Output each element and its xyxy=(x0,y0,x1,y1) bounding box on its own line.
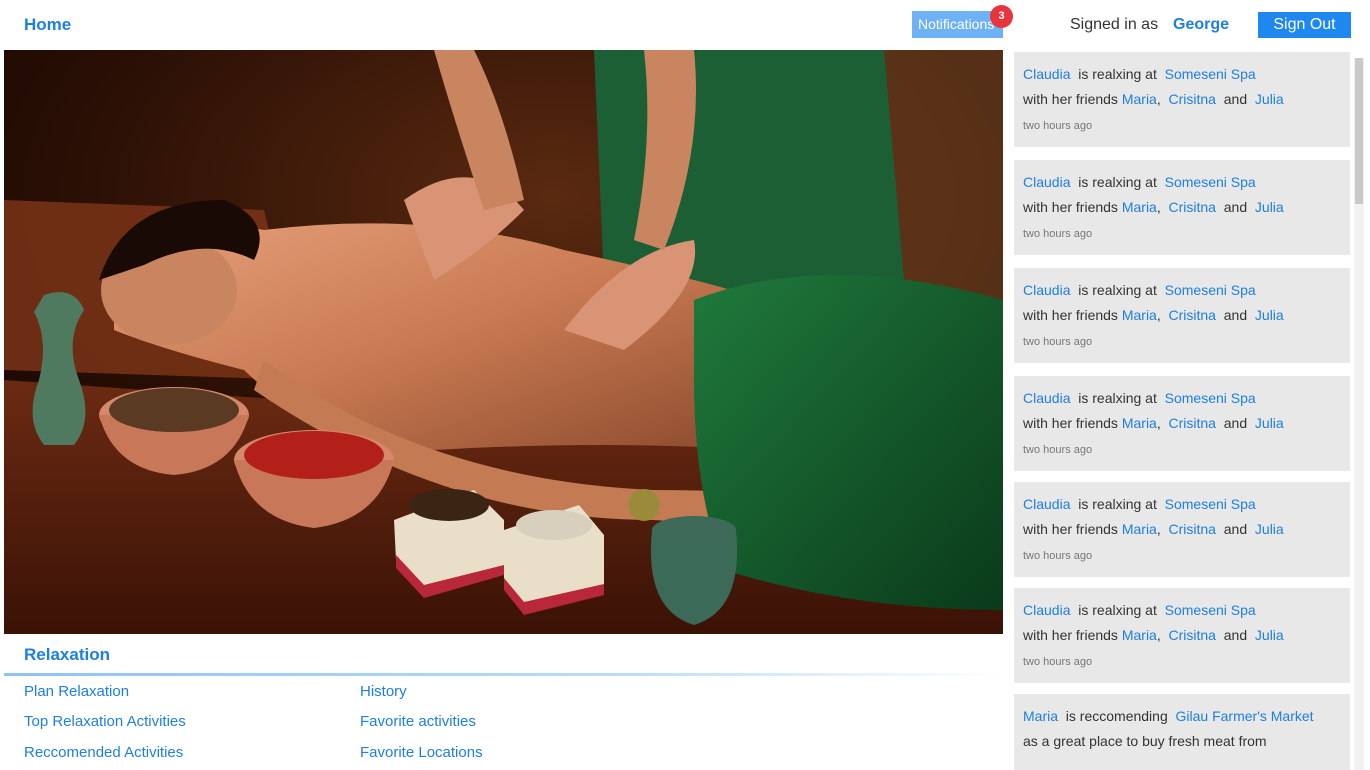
friend-link[interactable]: Maria xyxy=(1122,199,1157,215)
feed-verb: is realxing at xyxy=(1078,390,1157,406)
feed-with: with her friends xyxy=(1023,415,1118,431)
friend-link[interactable]: Julia xyxy=(1255,521,1284,537)
feed-description: as a great place to buy fresh meat from xyxy=(1023,733,1267,749)
feed-sep: , xyxy=(1156,91,1161,107)
feed-verb: is realxing at xyxy=(1078,602,1157,618)
place-link[interactable]: Someseni Spa xyxy=(1165,496,1256,512)
friend-link[interactable]: Crisitna xyxy=(1169,521,1216,537)
section-title: Relaxation xyxy=(24,645,110,664)
feed-sep: , xyxy=(1156,627,1161,643)
plan-relaxation-link[interactable]: Plan Relaxation xyxy=(24,683,129,700)
history-link[interactable]: History xyxy=(360,683,407,700)
person-link[interactable]: Claudia xyxy=(1023,174,1070,190)
friend-link[interactable]: Crisitna xyxy=(1169,627,1216,643)
feed-verb: is realxing at xyxy=(1078,496,1157,512)
feed-item: Claudia is realxing at Someseni Spa with… xyxy=(1014,588,1350,683)
feed-sep: , xyxy=(1156,415,1161,431)
user-name-link[interactable]: George xyxy=(1173,16,1229,34)
feed-timestamp: two hours ago xyxy=(1023,120,1093,132)
top-relaxation-activities-link[interactable]: Top Relaxation Activities xyxy=(24,713,186,730)
feed-item: Claudia is realxing at Someseni Spa with… xyxy=(1014,268,1350,363)
notification-count-badge: 3 xyxy=(990,5,1013,28)
feed-with: with her friends xyxy=(1023,199,1118,215)
feed-item: Claudia is realxing at Someseni Spa with… xyxy=(1014,160,1350,255)
person-link[interactable]: Claudia xyxy=(1023,390,1070,406)
favorite-activities-link[interactable]: Favorite activities xyxy=(360,713,476,730)
friend-link[interactable]: Crisitna xyxy=(1169,307,1216,323)
feed-verb: is reccomending xyxy=(1065,708,1168,724)
feed-sep: , xyxy=(1156,307,1161,323)
feed-with: with her friends xyxy=(1023,627,1118,643)
feed-and: and xyxy=(1223,627,1248,643)
person-link[interactable]: Claudia xyxy=(1023,602,1070,618)
feed-verb: is realxing at xyxy=(1078,282,1157,298)
friend-link[interactable]: Maria xyxy=(1122,521,1157,537)
place-link[interactable]: Someseni Spa xyxy=(1165,282,1256,298)
feed-timestamp: two hours ago xyxy=(1023,656,1093,668)
friend-link[interactable]: Julia xyxy=(1255,199,1284,215)
feed-and: and xyxy=(1223,415,1248,431)
friend-link[interactable]: Crisitna xyxy=(1169,91,1216,107)
feed-timestamp: two hours ago xyxy=(1023,550,1093,562)
feed-item: Claudia is realxing at Someseni Spa with… xyxy=(1014,52,1350,147)
hero-image xyxy=(4,50,1003,634)
activity-feed: Claudia is realxing at Someseni Spa with… xyxy=(1014,50,1350,770)
friend-link[interactable]: Maria xyxy=(1122,415,1157,431)
favorite-locations-link[interactable]: Favorite Locations xyxy=(360,744,483,761)
feed-timestamp: two hours ago xyxy=(1023,336,1093,348)
place-link[interactable]: Someseni Spa xyxy=(1165,66,1256,82)
feed-item: Maria is reccomending Gilau Farmer's Mar… xyxy=(1014,694,1350,770)
feed-with: with her friends xyxy=(1023,307,1118,323)
friend-link[interactable]: Julia xyxy=(1255,307,1284,323)
section-divider xyxy=(4,673,1003,676)
feed-and: and xyxy=(1223,91,1248,107)
friend-link[interactable]: Crisitna xyxy=(1169,415,1216,431)
feed-with: with her friends xyxy=(1023,521,1118,537)
feed-and: and xyxy=(1223,199,1248,215)
person-link[interactable]: Claudia xyxy=(1023,282,1070,298)
place-link[interactable]: Gilau Farmer's Market xyxy=(1176,708,1314,724)
sign-out-button[interactable]: Sign Out xyxy=(1258,12,1351,38)
place-link[interactable]: Someseni Spa xyxy=(1165,390,1256,406)
feed-item: Claudia is realxing at Someseni Spa with… xyxy=(1014,482,1350,577)
feed-timestamp: two hours ago xyxy=(1023,228,1093,240)
friend-link[interactable]: Maria xyxy=(1122,91,1157,107)
feed-sep: , xyxy=(1156,199,1161,215)
feed-item: Claudia is realxing at Someseni Spa with… xyxy=(1014,376,1350,471)
spa-massage-photo xyxy=(4,50,1003,634)
person-link[interactable]: Maria xyxy=(1023,708,1058,724)
friend-link[interactable]: Julia xyxy=(1255,91,1284,107)
feed-verb: is realxing at xyxy=(1078,66,1157,82)
person-link[interactable]: Claudia xyxy=(1023,66,1070,82)
place-link[interactable]: Someseni Spa xyxy=(1165,174,1256,190)
feed-and: and xyxy=(1223,521,1248,537)
feed-timestamp: two hours ago xyxy=(1023,444,1093,456)
feed-with: with her friends xyxy=(1023,91,1118,107)
feed-verb: is realxing at xyxy=(1078,174,1157,190)
recommended-activities-link[interactable]: Reccomended Activities xyxy=(24,744,183,761)
person-link[interactable]: Claudia xyxy=(1023,496,1070,512)
feed-and: and xyxy=(1223,307,1248,323)
signed-in-label: Signed in as xyxy=(1070,16,1159,33)
friend-link[interactable]: Julia xyxy=(1255,627,1284,643)
top-bar: Home Notifications 3 Signed in as George… xyxy=(0,0,1370,50)
scrollbar-thumb[interactable] xyxy=(1355,58,1363,204)
friend-link[interactable]: Maria xyxy=(1122,307,1157,323)
feed-sep: , xyxy=(1156,521,1161,537)
friend-link[interactable]: Julia xyxy=(1255,415,1284,431)
friend-link[interactable]: Maria xyxy=(1122,627,1157,643)
place-link[interactable]: Someseni Spa xyxy=(1165,602,1256,618)
home-link[interactable]: Home xyxy=(24,15,71,35)
friend-link[interactable]: Crisitna xyxy=(1169,199,1216,215)
